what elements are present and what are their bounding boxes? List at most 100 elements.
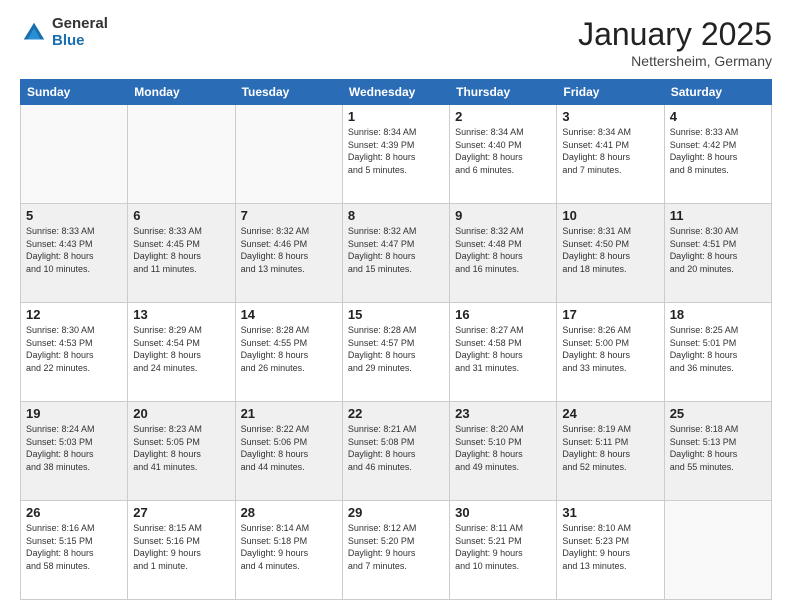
title-block: January 2025 Nettersheim, Germany [578, 16, 772, 69]
day-info: Sunrise: 8:21 AM Sunset: 5:08 PM Dayligh… [348, 423, 444, 473]
day-number: 8 [348, 208, 444, 223]
calendar-cell [235, 105, 342, 204]
day-info: Sunrise: 8:33 AM Sunset: 4:42 PM Dayligh… [670, 126, 766, 176]
calendar-table: SundayMondayTuesdayWednesdayThursdayFrid… [20, 79, 772, 600]
day-info: Sunrise: 8:29 AM Sunset: 4:54 PM Dayligh… [133, 324, 229, 374]
day-number: 30 [455, 505, 551, 520]
day-info: Sunrise: 8:34 AM Sunset: 4:39 PM Dayligh… [348, 126, 444, 176]
title-location: Nettersheim, Germany [578, 53, 772, 69]
day-number: 2 [455, 109, 551, 124]
calendar-cell: 13 Sunrise: 8:29 AM Sunset: 4:54 PM Dayli… [128, 303, 235, 402]
calendar-cell: 5 Sunrise: 8:33 AM Sunset: 4:43 PM Daylig… [21, 204, 128, 303]
day-info: Sunrise: 8:15 AM Sunset: 5:16 PM Dayligh… [133, 522, 229, 572]
calendar-cell: 21Sunrise: 8:22 AM Sunset: 5:06 PM Dayli… [235, 402, 342, 501]
day-info: Sunrise: 8:22 AM Sunset: 5:06 PM Dayligh… [241, 423, 337, 473]
logo-general: General [52, 16, 108, 33]
day-number: 24 [562, 406, 658, 421]
day-number: 27 [133, 505, 229, 520]
calendar-cell: 15 Sunrise: 8:28 AM Sunset: 4:57 PM Dayli… [342, 303, 449, 402]
day-info: Sunrise: 8:31 AM Sunset: 4:50 PM Dayligh… [562, 225, 658, 275]
day-info: Sunrise: 8:32 AM Sunset: 4:48 PM Dayligh… [455, 225, 551, 275]
calendar-cell: 26 Sunrise: 8:16 AM Sunset: 5:15 PM Dayli… [21, 501, 128, 600]
page: General Blue January 2025 Nettersheim, G… [0, 0, 792, 612]
day-number: 1 [348, 109, 444, 124]
day-number: 4 [670, 109, 766, 124]
logo-icon [20, 19, 48, 47]
calendar-cell: 19 Sunrise: 8:24 AM Sunset: 5:03 PM Dayli… [21, 402, 128, 501]
day-info: Sunrise: 8:11 AM Sunset: 5:21 PM Dayligh… [455, 522, 551, 572]
day-info: Sunrise: 8:16 AM Sunset: 5:15 PM Dayligh… [26, 522, 122, 572]
day-number: 29 [348, 505, 444, 520]
day-number: 16 [455, 307, 551, 322]
day-number: 19 [26, 406, 122, 421]
day-number: 23 [455, 406, 551, 421]
title-month: January 2025 [578, 16, 772, 53]
day-number: 13 [133, 307, 229, 322]
calendar-cell: 8Sunrise: 8:32 AM Sunset: 4:47 PM Daylig… [342, 204, 449, 303]
day-number: 25 [670, 406, 766, 421]
day-info: Sunrise: 8:34 AM Sunset: 4:41 PM Dayligh… [562, 126, 658, 176]
calendar-cell [664, 501, 771, 600]
day-info: Sunrise: 8:20 AM Sunset: 5:10 PM Dayligh… [455, 423, 551, 473]
day-info: Sunrise: 8:10 AM Sunset: 5:23 PM Dayligh… [562, 522, 658, 572]
day-number: 14 [241, 307, 337, 322]
day-number: 15 [348, 307, 444, 322]
day-info: Sunrise: 8:12 AM Sunset: 5:20 PM Dayligh… [348, 522, 444, 572]
day-info: Sunrise: 8:34 AM Sunset: 4:40 PM Dayligh… [455, 126, 551, 176]
header-day-sunday: Sunday [21, 80, 128, 105]
header-day-wednesday: Wednesday [342, 80, 449, 105]
calendar-cell: 12Sunrise: 8:30 AM Sunset: 4:53 PM Dayli… [21, 303, 128, 402]
week-row-0: 1 Sunrise: 8:34 AM Sunset: 4:39 PM Daylig… [21, 105, 772, 204]
day-info: Sunrise: 8:27 AM Sunset: 4:58 PM Dayligh… [455, 324, 551, 374]
calendar-cell: 1 Sunrise: 8:34 AM Sunset: 4:39 PM Daylig… [342, 105, 449, 204]
calendar-cell: 6 Sunrise: 8:33 AM Sunset: 4:45 PM Daylig… [128, 204, 235, 303]
calendar-cell: 9Sunrise: 8:32 AM Sunset: 4:48 PM Daylig… [450, 204, 557, 303]
day-number: 10 [562, 208, 658, 223]
day-info: Sunrise: 8:33 AM Sunset: 4:45 PM Dayligh… [133, 225, 229, 275]
day-info: Sunrise: 8:24 AM Sunset: 5:03 PM Dayligh… [26, 423, 122, 473]
day-number: 17 [562, 307, 658, 322]
calendar-cell: 29 Sunrise: 8:12 AM Sunset: 5:20 PM Dayli… [342, 501, 449, 600]
logo-text: General Blue [52, 16, 108, 49]
day-info: Sunrise: 8:28 AM Sunset: 4:57 PM Dayligh… [348, 324, 444, 374]
calendar-cell [128, 105, 235, 204]
day-info: Sunrise: 8:30 AM Sunset: 4:51 PM Dayligh… [670, 225, 766, 275]
header-day-thursday: Thursday [450, 80, 557, 105]
day-info: Sunrise: 8:25 AM Sunset: 5:01 PM Dayligh… [670, 324, 766, 374]
day-info: Sunrise: 8:26 AM Sunset: 5:00 PM Dayligh… [562, 324, 658, 374]
calendar-cell: 3 Sunrise: 8:34 AM Sunset: 4:41 PM Daylig… [557, 105, 664, 204]
calendar-cell: 16 Sunrise: 8:27 AM Sunset: 4:58 PM Dayli… [450, 303, 557, 402]
calendar-cell: 4 Sunrise: 8:33 AM Sunset: 4:42 PM Daylig… [664, 105, 771, 204]
week-row-1: 5 Sunrise: 8:33 AM Sunset: 4:43 PM Daylig… [21, 204, 772, 303]
header-day-friday: Friday [557, 80, 664, 105]
calendar-cell [21, 105, 128, 204]
day-number: 22 [348, 406, 444, 421]
day-number: 28 [241, 505, 337, 520]
calendar-cell: 24 Sunrise: 8:19 AM Sunset: 5:11 PM Dayli… [557, 402, 664, 501]
calendar-cell: 11 Sunrise: 8:30 AM Sunset: 4:51 PM Dayli… [664, 204, 771, 303]
day-info: Sunrise: 8:18 AM Sunset: 5:13 PM Dayligh… [670, 423, 766, 473]
day-info: Sunrise: 8:19 AM Sunset: 5:11 PM Dayligh… [562, 423, 658, 473]
calendar-cell: 27 Sunrise: 8:15 AM Sunset: 5:16 PM Dayli… [128, 501, 235, 600]
header-day-monday: Monday [128, 80, 235, 105]
day-number: 11 [670, 208, 766, 223]
week-row-4: 26 Sunrise: 8:16 AM Sunset: 5:15 PM Dayli… [21, 501, 772, 600]
day-number: 12 [26, 307, 122, 322]
logo: General Blue [20, 16, 108, 49]
calendar-cell: 22 Sunrise: 8:21 AM Sunset: 5:08 PM Dayli… [342, 402, 449, 501]
day-number: 6 [133, 208, 229, 223]
calendar-cell: 10 Sunrise: 8:31 AM Sunset: 4:50 PM Dayli… [557, 204, 664, 303]
header-day-tuesday: Tuesday [235, 80, 342, 105]
header-day-saturday: Saturday [664, 80, 771, 105]
day-number: 26 [26, 505, 122, 520]
calendar-cell: 20 Sunrise: 8:23 AM Sunset: 5:05 PM Dayli… [128, 402, 235, 501]
calendar-cell: 28Sunrise: 8:14 AM Sunset: 5:18 PM Dayli… [235, 501, 342, 600]
days-header-row: SundayMondayTuesdayWednesdayThursdayFrid… [21, 80, 772, 105]
day-number: 20 [133, 406, 229, 421]
day-info: Sunrise: 8:23 AM Sunset: 5:05 PM Dayligh… [133, 423, 229, 473]
day-number: 5 [26, 208, 122, 223]
day-info: Sunrise: 8:28 AM Sunset: 4:55 PM Dayligh… [241, 324, 337, 374]
header: General Blue January 2025 Nettersheim, G… [20, 16, 772, 69]
day-info: Sunrise: 8:33 AM Sunset: 4:43 PM Dayligh… [26, 225, 122, 275]
day-number: 3 [562, 109, 658, 124]
